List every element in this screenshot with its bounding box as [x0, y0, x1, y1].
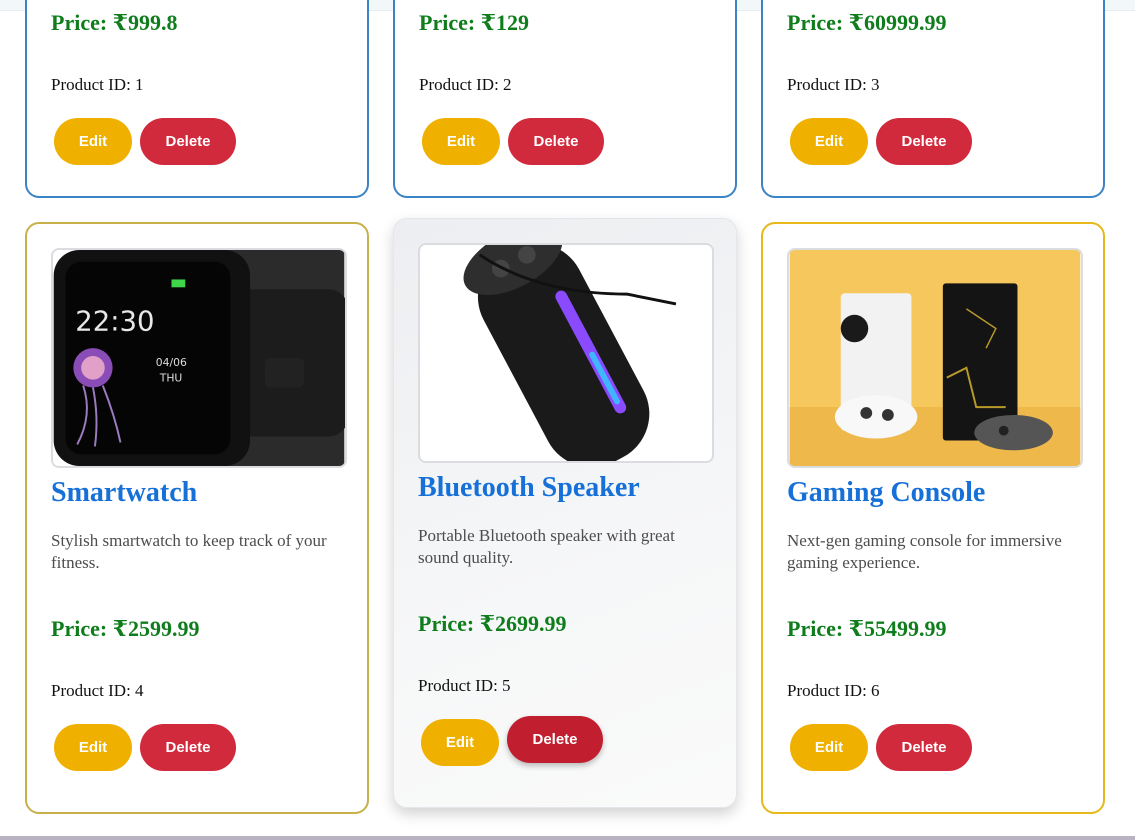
product-card-6: Gaming Console Next-gen gaming console f…	[761, 222, 1105, 814]
delete-button[interactable]: Delete	[876, 724, 972, 771]
product-description: Portable Bluetooth speaker with great so…	[418, 526, 675, 567]
edit-button[interactable]: Edit	[790, 724, 868, 771]
product-card-1: Price: ₹999.8 Product ID: 1 Edit Delete	[25, 0, 369, 198]
smartwatch-image: 22:30 04/06 THU	[51, 248, 347, 468]
product-title: Bluetooth Speaker	[418, 472, 640, 503]
product-id: Product ID: 2	[419, 75, 512, 94]
product-card-2: Price: ₹129 Product ID: 2 Edit Delete	[393, 0, 737, 198]
delete-button[interactable]: Delete	[507, 716, 603, 763]
product-id: Product ID: 6	[787, 681, 880, 700]
product-card-3: Price: ₹60999.99 Product ID: 3 Edit Dele…	[761, 0, 1105, 198]
product-price: Price: ₹60999.99	[787, 10, 947, 35]
gaming-console-image	[787, 248, 1083, 468]
product-title: Gaming Console	[787, 477, 986, 508]
product-description: Stylish smartwatch to keep track of your…	[51, 531, 327, 572]
edit-button[interactable]: Edit	[54, 724, 132, 771]
edit-button[interactable]: Edit	[422, 118, 500, 165]
delete-button[interactable]: Delete	[140, 724, 236, 771]
product-price: Price: ₹55499.99	[787, 616, 947, 641]
edit-button[interactable]: Edit	[54, 118, 132, 165]
edit-button[interactable]: Edit	[421, 719, 499, 766]
product-id: Product ID: 1	[51, 75, 144, 94]
delete-button[interactable]: Delete	[508, 118, 604, 165]
svg-text:22:30: 22:30	[75, 306, 154, 338]
product-id: Product ID: 3	[787, 75, 880, 94]
product-title: Smartwatch	[51, 477, 198, 508]
edit-button[interactable]: Edit	[790, 118, 868, 165]
delete-button[interactable]: Delete	[140, 118, 236, 165]
product-card-5: Bluetooth Speaker Portable Bluetooth spe…	[393, 218, 737, 808]
product-price: Price: ₹2599.99	[51, 616, 200, 641]
page-bottom-strip	[0, 836, 1135, 840]
delete-button[interactable]: Delete	[876, 118, 972, 165]
product-id: Product ID: 4	[51, 681, 144, 700]
product-price: Price: ₹129	[419, 10, 529, 35]
product-card-4: 22:30 04/06 THU Smartwatch Stylish smart…	[25, 222, 369, 814]
svg-text:04/06: 04/06	[156, 356, 187, 369]
svg-text:THU: THU	[159, 372, 183, 385]
product-description: Next-gen gaming console for immersive ga…	[787, 531, 1062, 572]
product-id: Product ID: 5	[418, 676, 511, 695]
bluetooth-speaker-image	[418, 243, 714, 463]
product-price: Price: ₹2699.99	[418, 611, 567, 636]
product-price: Price: ₹999.8	[51, 10, 178, 35]
